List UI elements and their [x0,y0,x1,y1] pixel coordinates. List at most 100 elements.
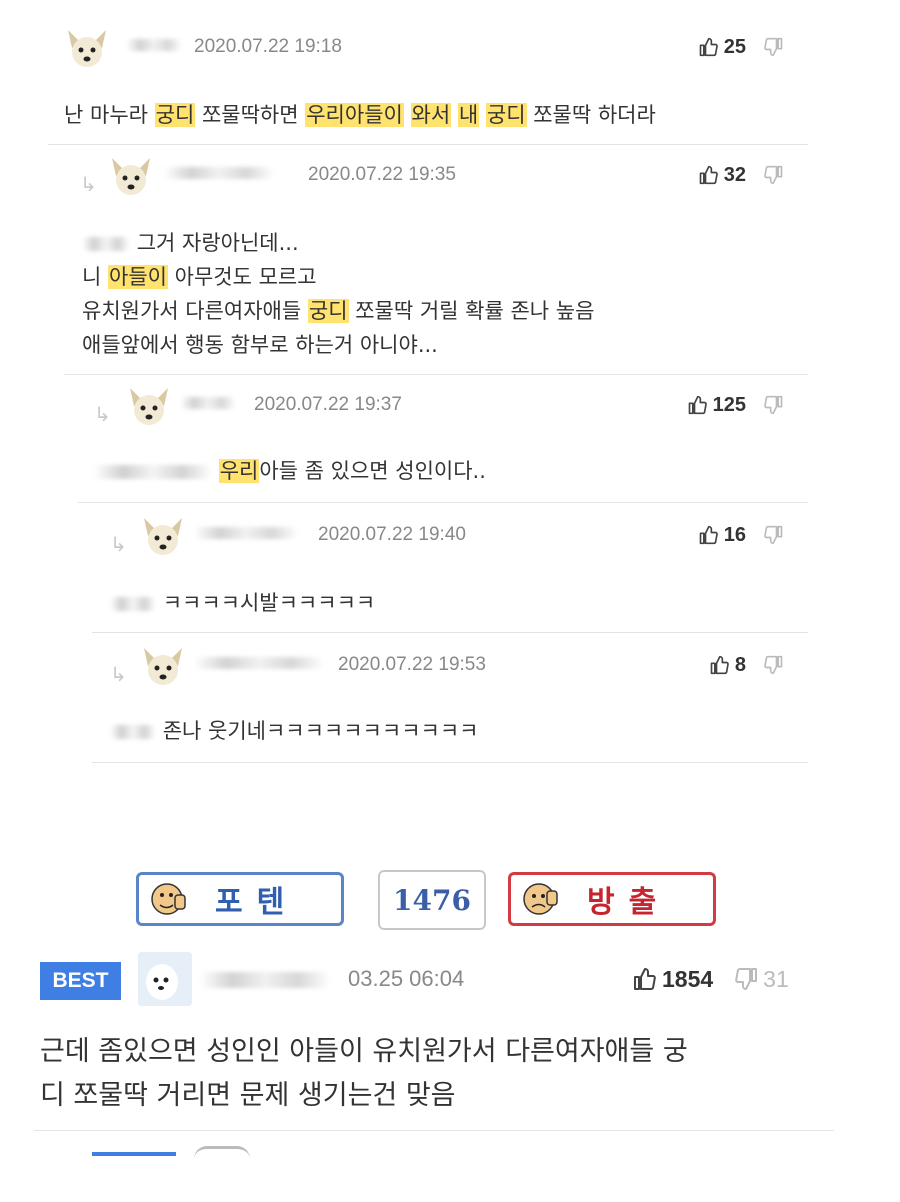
comment-line: 근데 좀있으면 성인인 아들이 유치원가서 다른여자애들 궁 [40,1036,688,1067]
username-masked[interactable] [200,972,330,988]
comment: 2020.07.22 19:18 25 난 마누라 궁디 쪼물딱하면 우리아들이… [62,24,784,142]
comment-body: ㅋㅋㅋㅋ시발ㅋㅋㅋㅋㅋ [110,586,375,620]
username-masked[interactable] [164,167,274,179]
comment-header: ↳ 2020.07.22 19:37 125 [94,382,784,430]
avatar[interactable] [108,156,154,198]
highlight-text: 아들이 [108,265,168,289]
comment-text: 쪼물딱 하더라 [526,103,656,127]
reply-arrow-icon: ↳ [110,532,127,556]
reply-arrow-icon: ↳ [80,172,97,196]
username-masked[interactable] [194,657,324,669]
highlight-text: 궁디 [154,103,196,127]
comment-text: 그거 자랑아닌데... [136,231,299,255]
best-like-area: 1854 31 [632,964,789,994]
best-comment-date: 03.25 06:04 [348,966,465,991]
comment-line: 디 쪼물딱 거리면 문제 생기는건 맞음 [40,1080,456,1111]
comment-line: 니 아들이 아무것도 모르고 [82,260,594,294]
thumbs-down-icon[interactable] [764,37,784,57]
mention-masked [110,597,156,611]
highlight-text: 궁디 [485,103,527,127]
mention-masked [82,237,130,251]
comment-text: 존나 웃기네ㅋㅋㅋㅋㅋㅋㅋㅋㅋㅋㅋ [162,719,479,743]
comment-line: 유치원가서 다른여자애들 궁디 쪼물딱 거릴 확률 존나 높음 [82,294,594,328]
comment-body: 그거 자랑아닌데... 니 아들이 아무것도 모르고 유치원가서 다른여자애들 … [82,226,594,362]
avatar[interactable] [140,646,186,688]
comment-text: 유치원가서 다른여자애들 [82,299,308,323]
mention-masked [110,725,156,739]
comment-text: ㅋㅋㅋㅋ시발ㅋㅋㅋㅋㅋ [162,591,376,615]
comment-date: 2020.07.22 19:18 [194,36,342,57]
best-badge: BEST [40,962,121,1000]
thumbs-up-icon[interactable] [698,165,718,185]
highlight-text: 우리아들이 [305,103,404,127]
like-area: 32 [698,162,784,188]
comment-reply: ↳ 2020.07.22 19:35 32 그거 자랑아닌데... 니 아들이 … [80,152,784,372]
divider [34,1130,834,1131]
comment-text: 아무것도 모르고 [167,265,317,289]
thumbs-up-icon[interactable] [698,525,718,545]
divider [64,374,808,375]
thumbs-up-icon[interactable] [687,395,707,415]
comment-date: 2020.07.22 19:35 [308,164,456,185]
comment-header: 2020.07.22 19:18 25 [62,24,784,72]
comment-text [479,103,486,127]
avatar-dog-icon [138,952,192,1006]
comment-reply: ↳ 2020.07.22 19:40 16 ㅋㅋㅋㅋ시발ㅋㅋㅋㅋㅋ [110,512,784,628]
divider [78,502,808,503]
thumbs-down-icon[interactable] [764,525,784,545]
like-count: 8 [734,653,746,676]
like-area: 8 [709,652,784,678]
username-masked[interactable] [194,527,298,539]
divider [48,144,808,145]
thumbs-up-icon[interactable] [632,967,656,991]
thumbs-up-face-icon [151,883,186,915]
like-count: 16 [723,523,746,546]
username-masked[interactable] [126,39,182,51]
comment-date: 2020.07.22 19:53 [338,654,486,675]
like-count: 32 [723,163,746,186]
comment-text: 니 [82,265,108,289]
thumbs-up-icon[interactable] [698,37,718,57]
highlight-text: 궁디 [307,299,349,323]
like-area: 25 [698,34,784,60]
comment-text: 아들 좀 있으면 성인이다.. [259,459,486,483]
divider [92,762,808,763]
avatar[interactable] [140,516,186,558]
comment-body: 난 마누라 궁디 쪼물딱하면 우리아들이 와서 내 궁디 쪼물딱 하더라 [64,98,656,132]
comment-line: 애들앞에서 행동 함부로 하는거 아니야... [82,328,594,362]
comment-text [404,103,411,127]
comment-text: 애들앞에서 행동 함부로 하는거 아니야... [82,333,438,357]
thumbs-down-icon[interactable] [764,165,784,185]
release-downvote-button[interactable]: 방출 [508,872,716,926]
thumbs-up-icon[interactable] [709,655,729,675]
thumbs-down-icon[interactable] [764,655,784,675]
avatar[interactable] [64,28,110,70]
thumbs-down-icon[interactable] [764,395,784,415]
like-area: 125 [687,392,784,418]
comment-text [451,103,458,127]
highlight-text: 와서 [410,103,452,127]
highlight-text: 우리 [218,459,260,483]
mention-masked [94,465,212,479]
comment-text: 쪼물딱하면 [195,103,306,127]
comment-header: ↳ 2020.07.22 19:40 16 [110,512,784,560]
reply-arrow-icon: ↳ [94,402,111,426]
next-avatar-partial [194,1146,250,1159]
comment-date: 2020.07.22 19:40 [318,524,466,545]
vote-count: 1476 [393,883,471,917]
comment-header: ↳ 2020.07.22 19:53 8 [110,642,784,690]
best-avatar[interactable] [138,952,192,1006]
vote-count-box: 1476 [378,870,486,930]
potent-upvote-button[interactable]: 포텐 [136,872,344,926]
comment-reply: ↳ 2020.07.22 19:53 8 존나 웃기네ㅋㅋㅋㅋㅋㅋㅋㅋㅋㅋㅋ [110,642,784,762]
comment-body: 우리아들 좀 있으면 성인이다.. [94,454,486,488]
next-best-badge-partial [92,1152,176,1156]
thumbs-down-face-icon [523,883,558,915]
comment-text: 쪼물딱 거릴 확률 존나 높음 [348,299,595,323]
reply-arrow-icon: ↳ [110,662,127,686]
username-masked[interactable] [180,397,236,409]
comment-line: 그거 자랑아닌데... [82,226,594,260]
thumbs-down-icon[interactable] [735,967,759,991]
comment-reply: ↳ 2020.07.22 19:37 125 우리아들 좀 있으면 성인이다.. [94,382,784,498]
avatar[interactable] [126,386,172,428]
